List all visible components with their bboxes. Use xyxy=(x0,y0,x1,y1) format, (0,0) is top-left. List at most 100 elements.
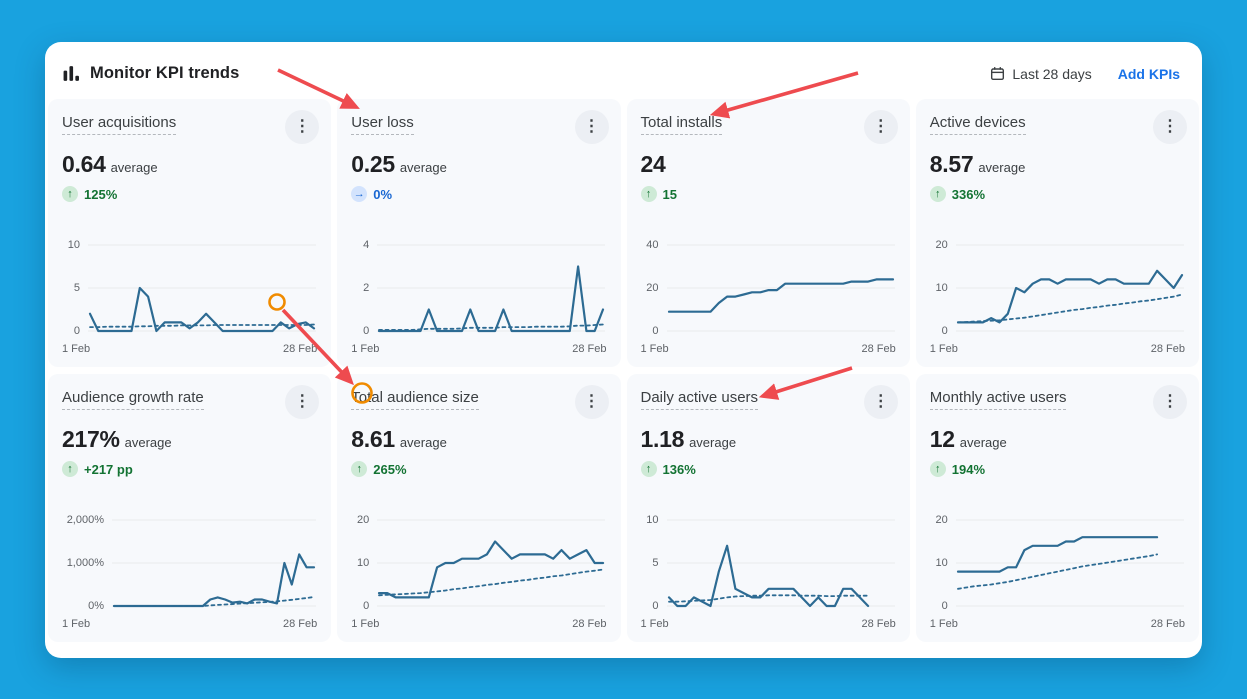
kpi-value-suffix: average xyxy=(960,435,1007,450)
y-axis-labels: 420 xyxy=(351,241,377,337)
x-axis-labels: 1 Feb 28 Feb xyxy=(641,618,896,630)
y-axis-labels: 1050 xyxy=(641,516,667,612)
kpi-card: User acquisitions ⋮ 0.64 average ↑ 125% … xyxy=(48,99,331,367)
x-axis-label-end: 28 Feb xyxy=(1151,343,1185,355)
kebab-menu-button[interactable]: ⋮ xyxy=(864,110,898,144)
y-tick-label: 20 xyxy=(936,239,948,251)
x-axis-labels: 1 Feb 28 Feb xyxy=(62,343,317,355)
y-tick-label: 2,000% xyxy=(67,514,104,526)
y-tick-label: 20 xyxy=(646,282,658,294)
kpi-card: Audience growth rate ⋮ 217% average ↑ +2… xyxy=(48,374,331,642)
kpi-title[interactable]: Daily active users xyxy=(641,389,759,410)
x-axis-label-start: 1 Feb xyxy=(351,618,379,630)
y-axis-labels: 20100 xyxy=(930,241,956,337)
kpi-value: 1.18 xyxy=(641,426,685,453)
kpi-card: User loss ⋮ 0.25 average → 0% 420 1 Feb … xyxy=(337,99,620,367)
kpi-delta-badge: ↑ +217 pp xyxy=(62,461,317,477)
delta-arrow-icon: ↑ xyxy=(646,189,652,200)
kpi-title[interactable]: Active devices xyxy=(930,114,1026,135)
x-axis-labels: 1 Feb 28 Feb xyxy=(62,618,317,630)
y-tick-label: 4 xyxy=(363,239,369,251)
kpi-value: 24 xyxy=(641,151,666,178)
kpi-title[interactable]: Audience growth rate xyxy=(62,389,204,410)
chart-plot-area xyxy=(667,516,895,612)
delta-arrow-icon: ↑ xyxy=(357,464,363,475)
kpi-title[interactable]: User acquisitions xyxy=(62,114,176,135)
kpi-delta-badge: ↑ 136% xyxy=(641,461,896,477)
kpi-trends-widget: Monitor KPI trends Last 28 days Add KPIs… xyxy=(45,42,1202,658)
kpi-chart: 20100 1 Feb 28 Feb xyxy=(930,241,1185,355)
kpi-value: 12 xyxy=(930,426,955,453)
kpi-title[interactable]: Total installs xyxy=(641,114,723,135)
chart-plot-area xyxy=(667,241,895,337)
kebab-menu-icon: ⋮ xyxy=(294,394,310,410)
kebab-menu-icon: ⋮ xyxy=(584,119,600,135)
delta-value: 125% xyxy=(84,187,117,202)
kpi-title[interactable]: Total audience size xyxy=(351,389,479,410)
y-axis-labels: 1050 xyxy=(62,241,88,337)
kebab-menu-button[interactable]: ⋮ xyxy=(1153,385,1187,419)
kpi-chart: 40200 1 Feb 28 Feb xyxy=(641,241,896,355)
kpi-value-suffix: average xyxy=(400,160,447,175)
x-axis-label-end: 28 Feb xyxy=(283,343,317,355)
y-tick-label: 0 xyxy=(942,325,948,337)
kebab-menu-icon: ⋮ xyxy=(1162,119,1178,135)
chart-plot-area xyxy=(112,516,316,612)
kpi-value-suffix: average xyxy=(689,435,736,450)
y-tick-label: 10 xyxy=(936,557,948,569)
x-axis-label-start: 1 Feb xyxy=(641,618,669,630)
delta-value: 336% xyxy=(952,187,985,202)
x-axis-label-start: 1 Feb xyxy=(930,343,958,355)
kebab-menu-button[interactable]: ⋮ xyxy=(575,385,609,419)
kpi-card: Total installs ⋮ 24 ↑ 15 40200 1 Feb 28 … xyxy=(627,99,910,367)
y-axis-labels: 20100 xyxy=(351,516,377,612)
kpi-value-suffix: average xyxy=(978,160,1025,175)
delta-arrow-circle: ↑ xyxy=(351,461,367,477)
add-kpis-button[interactable]: Add KPIs xyxy=(1118,66,1180,82)
calendar-icon xyxy=(990,66,1005,81)
kpi-chart: 1050 1 Feb 28 Feb xyxy=(641,516,896,630)
kebab-menu-button[interactable]: ⋮ xyxy=(864,385,898,419)
delta-arrow-circle: ↑ xyxy=(930,186,946,202)
kebab-menu-button[interactable]: ⋮ xyxy=(1153,110,1187,144)
y-tick-label: 2 xyxy=(363,282,369,294)
kpi-card: Total audience size ⋮ 8.61 average ↑ 265… xyxy=(337,374,620,642)
date-range-selector[interactable]: Last 28 days xyxy=(990,66,1091,82)
kebab-menu-button[interactable]: ⋮ xyxy=(285,110,319,144)
y-tick-label: 10 xyxy=(357,557,369,569)
kebab-menu-button[interactable]: ⋮ xyxy=(575,110,609,144)
kpi-delta-badge: ↑ 265% xyxy=(351,461,606,477)
kpi-card: Monthly active users ⋮ 12 average ↑ 194%… xyxy=(916,374,1199,642)
chart-plot-area xyxy=(956,516,1184,612)
x-axis-label-start: 1 Feb xyxy=(351,343,379,355)
kpi-delta-badge: ↑ 194% xyxy=(930,461,1185,477)
kpi-card: Daily active users ⋮ 1.18 average ↑ 136%… xyxy=(627,374,910,642)
delta-arrow-icon: ↑ xyxy=(935,189,941,200)
kpi-delta-badge: → 0% xyxy=(351,186,606,202)
x-axis-label-end: 28 Feb xyxy=(1151,618,1185,630)
delta-arrow-icon: ↑ xyxy=(935,464,941,475)
kpi-chart: 2,000%1,000%0% 1 Feb 28 Feb xyxy=(62,516,317,630)
y-tick-label: 1,000% xyxy=(67,557,104,569)
kpi-delta-badge: ↑ 336% xyxy=(930,186,1185,202)
chart-plot-area xyxy=(88,241,316,337)
kebab-menu-icon: ⋮ xyxy=(584,394,600,410)
y-tick-label: 5 xyxy=(652,557,658,569)
y-axis-labels: 2,000%1,000%0% xyxy=(62,516,112,612)
x-axis-label-start: 1 Feb xyxy=(62,343,90,355)
kpi-title[interactable]: User loss xyxy=(351,114,414,135)
delta-value: 136% xyxy=(663,462,696,477)
delta-arrow-circle: → xyxy=(351,186,367,202)
delta-arrow-circle: ↑ xyxy=(62,186,78,202)
y-axis-labels: 20100 xyxy=(930,516,956,612)
x-axis-label-end: 28 Feb xyxy=(862,343,896,355)
delta-arrow-icon: ↑ xyxy=(67,189,73,200)
delta-arrow-icon: ↑ xyxy=(67,464,73,475)
kpi-value: 0.25 xyxy=(351,151,395,178)
kpi-title[interactable]: Monthly active users xyxy=(930,389,1067,410)
y-tick-label: 0 xyxy=(652,600,658,612)
x-axis-labels: 1 Feb 28 Feb xyxy=(641,343,896,355)
kpi-delta-badge: ↑ 125% xyxy=(62,186,317,202)
kpi-chart: 20100 1 Feb 28 Feb xyxy=(930,516,1185,630)
kebab-menu-button[interactable]: ⋮ xyxy=(285,385,319,419)
